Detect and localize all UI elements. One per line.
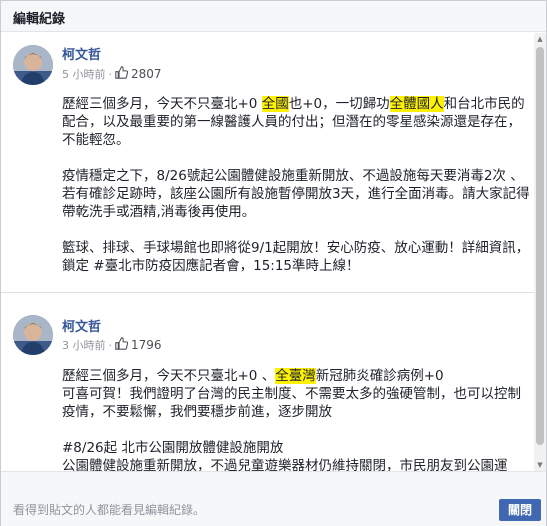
post-time[interactable]: 5 小時前 [62,66,106,82]
post-paragraph: 歷經三個多月，今天不只臺北+0 、全臺灣新冠肺炎確診病例+0 可喜可賀！我們證明了… [62,367,532,421]
scroll-down-arrow-icon[interactable]: ▼ [534,459,546,471]
highlighted-text: 全體國人 [389,96,444,112]
post-text-segment: 新冠肺炎確診病例+0 [315,368,444,384]
footer-note: 看得到貼文的人都能看見編輯紀錄。 [13,503,206,517]
post-paragraph: 籃球、排球、手球場館也即將從9/1起開放！安心防疫、放心運動！詳細資訊，鎖定 #… [62,239,532,275]
post-text-segment: 公園體健設施重新開放，不過兒童遊樂器材仍維持關閉，市民朋友到公園運動，還是要記得… [62,458,508,471]
author-name[interactable]: 柯文哲 [62,44,101,63]
post-meta: 3 小時前 · 1796 [62,337,162,353]
avatar[interactable] [13,315,53,355]
edit-history-dialog: 編輯紀錄 柯文哲 5 小時前 · 2807 歷經三個多月，今天不只臺北+0 全國… [0,0,547,526]
post-text: 歷經三個多月，今天不只臺北+0 全國也+0，一切歸功全體國人和台北市民的配合，以… [62,95,532,293]
post-text-segment: 歷經三個多月，今天不只臺北+0 [62,96,262,112]
post-time[interactable]: 3 小時前 [62,337,106,353]
dialog-title: 編輯紀錄 [13,12,66,27]
post-text-segment: 歷經三個多月，今天不只臺北+0 、 [62,368,276,384]
post-text-segment: 疫情穩定之下，8/26號起公園體健設施重新開放、不過設施每天要消毒2次 、若有確… [62,168,530,220]
scrollbar[interactable]: ▲ ▼ [534,33,546,471]
author-name[interactable]: 柯文哲 [62,316,101,335]
like-count: 1796 [131,338,162,352]
meta-separator: · [108,67,113,81]
highlighted-text: 全國 [261,96,289,112]
post-text-segment: 籃球、排球、手球場館也即將從9/1起開放！安心防疫、放心運動！詳細資訊，鎖定 #… [62,240,530,274]
close-button[interactable]: 關閉 [499,499,541,521]
dialog-header: 編輯紀錄 [1,1,546,32]
post-paragraph: 歷經三個多月，今天不只臺北+0 全國也+0，一切歸功全體國人和台北市民的配合，以… [62,95,532,149]
post-text-segment: #8/26起 北市公園開放體健設施開放 [62,440,284,456]
dialog-footer: 看得到貼文的人都能看見編輯紀錄。 關閉 [1,471,546,526]
scroll-up-arrow-icon[interactable]: ▲ [534,33,546,45]
thumbs-up-icon [115,337,129,353]
scrollbar-thumb[interactable] [536,47,544,445]
post-text-segment: 可喜可賀！我們證明了台灣的民主制度、不需要太多的強硬管制，也可以控制疫情，不要鬆… [62,386,521,420]
edit-entry: 柯文哲 3 小時前 · 1796 歷經三個多月，今天不只臺北+0 、全臺灣新冠肺… [1,303,534,471]
thumbs-up-icon [115,66,129,82]
like-count: 2807 [131,67,162,81]
post-text: 歷經三個多月，今天不只臺北+0 、全臺灣新冠肺炎確診病例+0 可喜可賀！我們證明了… [62,367,532,471]
post-paragraph: 疫情穩定之下，8/26號起公園體健設施重新開放、不過設施每天要消毒2次 、若有確… [62,167,532,221]
post-paragraph: #8/26起 北市公園開放體健設施開放公園體健設施重新開放，不過兒童遊樂器材仍維… [62,439,532,471]
meta-separator: · [108,338,113,352]
avatar[interactable] [13,45,53,85]
post-meta: 5 小時前 · 2807 [62,66,162,82]
edit-history-list[interactable]: 柯文哲 5 小時前 · 2807 歷經三個多月，今天不只臺北+0 全國也+0，一… [1,33,546,471]
edit-entry: 柯文哲 5 小時前 · 2807 歷經三個多月，今天不只臺北+0 全國也+0，一… [1,33,534,293]
highlighted-text: 全臺灣 [275,368,316,384]
post-text-segment: 也+0，一切歸功 [288,96,390,112]
